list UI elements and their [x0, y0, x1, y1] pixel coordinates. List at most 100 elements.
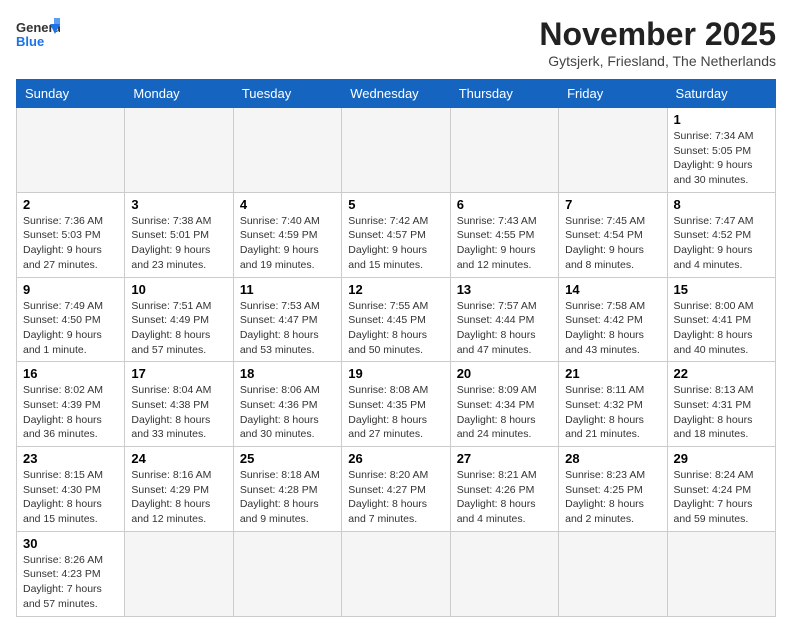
day-info: Sunrise: 7:53 AM Sunset: 4:47 PM Dayligh…: [240, 299, 335, 358]
day-number: 29: [674, 451, 769, 466]
day-number: 11: [240, 282, 335, 297]
day-number: 25: [240, 451, 335, 466]
calendar-week-row: 23Sunrise: 8:15 AM Sunset: 4:30 PM Dayli…: [17, 447, 776, 532]
day-info: Sunrise: 7:55 AM Sunset: 4:45 PM Dayligh…: [348, 299, 443, 358]
calendar-day-30: 30 Sunrise: 8:26 AM Sunset: 4:23 PM Dayli…: [17, 531, 125, 616]
weekday-header-tuesday: Tuesday: [233, 80, 341, 108]
title-section: November 2025 Gytsjerk, Friesland, The N…: [539, 16, 776, 69]
day-info: Sunrise: 8:13 AM Sunset: 4:31 PM Dayligh…: [674, 383, 769, 442]
day-number: 18: [240, 366, 335, 381]
calendar-day-13: 13 Sunrise: 7:57 AM Sunset: 4:44 PM Dayli…: [450, 277, 558, 362]
calendar-day-3: 3 Sunrise: 7:38 AM Sunset: 5:01 PM Daylig…: [125, 192, 233, 277]
day-info: Sunrise: 7:42 AM Sunset: 4:57 PM Dayligh…: [348, 214, 443, 273]
page-header: General Blue November 2025 Gytsjerk, Fri…: [16, 16, 776, 69]
logo-svg: General Blue: [16, 16, 60, 52]
calendar-empty-cell: [667, 531, 775, 616]
day-info: Sunrise: 8:11 AM Sunset: 4:32 PM Dayligh…: [565, 383, 660, 442]
calendar-day-17: 17Sunrise: 8:04 AM Sunset: 4:38 PM Dayli…: [125, 362, 233, 447]
day-number: 1: [674, 112, 769, 127]
day-info: Sunrise: 7:38 AM Sunset: 5:01 PM Dayligh…: [131, 214, 226, 273]
day-number: 5: [348, 197, 443, 212]
day-number: 13: [457, 282, 552, 297]
day-info: Sunrise: 7:40 AM Sunset: 4:59 PM Dayligh…: [240, 214, 335, 273]
calendar-empty-cell: [233, 531, 341, 616]
calendar-day-25: 25 Sunrise: 8:18 AM Sunset: 4:28 PM Dayli…: [233, 447, 341, 532]
day-info: Sunrise: 8:06 AM Sunset: 4:36 PM Dayligh…: [240, 383, 335, 442]
day-number: 28: [565, 451, 660, 466]
day-number: 8: [674, 197, 769, 212]
calendar-empty-cell: [125, 108, 233, 193]
day-info: Sunrise: 8:08 AM Sunset: 4:35 PM Dayligh…: [348, 383, 443, 442]
calendar-day-22: 22 Sunrise: 8:13 AM Sunset: 4:31 PM Dayli…: [667, 362, 775, 447]
weekday-header-wednesday: Wednesday: [342, 80, 450, 108]
day-info: Sunrise: 8:02 AM Sunset: 4:39 PM Dayligh…: [23, 383, 118, 442]
calendar-empty-cell: [342, 108, 450, 193]
day-number: 30: [23, 536, 118, 551]
calendar-week-row: 9 Sunrise: 7:49 AM Sunset: 4:50 PM Daylig…: [17, 277, 776, 362]
day-info: Sunrise: 7:47 AM Sunset: 4:52 PM Dayligh…: [674, 214, 769, 273]
calendar-day-19: 19 Sunrise: 8:08 AM Sunset: 4:35 PM Dayli…: [342, 362, 450, 447]
day-number: 17: [131, 366, 226, 381]
day-info: Sunrise: 8:16 AM Sunset: 4:29 PM Dayligh…: [131, 468, 226, 527]
calendar-day-10: 10 Sunrise: 7:51 AM Sunset: 4:49 PM Dayli…: [125, 277, 233, 362]
location-title: Gytsjerk, Friesland, The Netherlands: [539, 53, 776, 69]
calendar-day-5: 5 Sunrise: 7:42 AM Sunset: 4:57 PM Daylig…: [342, 192, 450, 277]
day-number: 26: [348, 451, 443, 466]
calendar-day-9: 9 Sunrise: 7:49 AM Sunset: 4:50 PM Daylig…: [17, 277, 125, 362]
calendar-empty-cell: [559, 108, 667, 193]
calendar-day-18: 18 Sunrise: 8:06 AM Sunset: 4:36 PM Dayli…: [233, 362, 341, 447]
calendar-week-row: 1 Sunrise: 7:34 AM Sunset: 5:05 PM Daylig…: [17, 108, 776, 193]
day-number: 19: [348, 366, 443, 381]
calendar-week-row: 30 Sunrise: 8:26 AM Sunset: 4:23 PM Dayli…: [17, 531, 776, 616]
day-number: 16: [23, 366, 118, 381]
day-info: Sunrise: 8:18 AM Sunset: 4:28 PM Dayligh…: [240, 468, 335, 527]
weekday-header-thursday: Thursday: [450, 80, 558, 108]
calendar-day-14: 14 Sunrise: 7:58 AM Sunset: 4:42 PM Dayli…: [559, 277, 667, 362]
calendar-day-1: 1 Sunrise: 7:34 AM Sunset: 5:05 PM Daylig…: [667, 108, 775, 193]
day-info: Sunrise: 8:21 AM Sunset: 4:26 PM Dayligh…: [457, 468, 552, 527]
day-info: Sunrise: 7:58 AM Sunset: 4:42 PM Dayligh…: [565, 299, 660, 358]
calendar-empty-cell: [342, 531, 450, 616]
svg-text:Blue: Blue: [16, 34, 44, 49]
calendar-day-29: 29Sunrise: 8:24 AM Sunset: 4:24 PM Dayli…: [667, 447, 775, 532]
calendar-day-8: 8 Sunrise: 7:47 AM Sunset: 4:52 PM Daylig…: [667, 192, 775, 277]
calendar-day-11: 11 Sunrise: 7:53 AM Sunset: 4:47 PM Dayli…: [233, 277, 341, 362]
weekday-header-friday: Friday: [559, 80, 667, 108]
day-number: 22: [674, 366, 769, 381]
day-info: Sunrise: 7:49 AM Sunset: 4:50 PM Dayligh…: [23, 299, 118, 358]
calendar-day-4: 4Sunrise: 7:40 AM Sunset: 4:59 PM Daylig…: [233, 192, 341, 277]
day-info: Sunrise: 7:51 AM Sunset: 4:49 PM Dayligh…: [131, 299, 226, 358]
day-info: Sunrise: 7:36 AM Sunset: 5:03 PM Dayligh…: [23, 214, 118, 273]
day-number: 24: [131, 451, 226, 466]
calendar-day-15: 15Sunrise: 8:00 AM Sunset: 4:41 PM Dayli…: [667, 277, 775, 362]
calendar-week-row: 2 Sunrise: 7:36 AM Sunset: 5:03 PM Daylig…: [17, 192, 776, 277]
day-number: 20: [457, 366, 552, 381]
day-info: Sunrise: 7:34 AM Sunset: 5:05 PM Dayligh…: [674, 129, 769, 188]
calendar-week-row: 16 Sunrise: 8:02 AM Sunset: 4:39 PM Dayli…: [17, 362, 776, 447]
day-info: Sunrise: 8:26 AM Sunset: 4:23 PM Dayligh…: [23, 553, 118, 612]
day-number: 23: [23, 451, 118, 466]
day-number: 14: [565, 282, 660, 297]
weekday-header-row: SundayMondayTuesdayWednesdayThursdayFrid…: [17, 80, 776, 108]
calendar-day-16: 16 Sunrise: 8:02 AM Sunset: 4:39 PM Dayli…: [17, 362, 125, 447]
calendar-empty-cell: [559, 531, 667, 616]
calendar-day-28: 28 Sunrise: 8:23 AM Sunset: 4:25 PM Dayli…: [559, 447, 667, 532]
day-info: Sunrise: 7:45 AM Sunset: 4:54 PM Dayligh…: [565, 214, 660, 273]
calendar-day-12: 12Sunrise: 7:55 AM Sunset: 4:45 PM Dayli…: [342, 277, 450, 362]
calendar-day-6: 6Sunrise: 7:43 AM Sunset: 4:55 PM Daylig…: [450, 192, 558, 277]
day-info: Sunrise: 8:23 AM Sunset: 4:25 PM Dayligh…: [565, 468, 660, 527]
day-info: Sunrise: 8:09 AM Sunset: 4:34 PM Dayligh…: [457, 383, 552, 442]
day-number: 2: [23, 197, 118, 212]
calendar-day-20: 20 Sunrise: 8:09 AM Sunset: 4:34 PM Dayli…: [450, 362, 558, 447]
day-number: 3: [131, 197, 226, 212]
day-number: 10: [131, 282, 226, 297]
day-number: 9: [23, 282, 118, 297]
calendar-day-26: 26Sunrise: 8:20 AM Sunset: 4:27 PM Dayli…: [342, 447, 450, 532]
calendar-empty-cell: [233, 108, 341, 193]
calendar-empty-cell: [450, 531, 558, 616]
month-title: November 2025: [539, 16, 776, 53]
weekday-header-saturday: Saturday: [667, 80, 775, 108]
day-info: Sunrise: 7:57 AM Sunset: 4:44 PM Dayligh…: [457, 299, 552, 358]
calendar-empty-cell: [125, 531, 233, 616]
calendar-day-21: 21Sunrise: 8:11 AM Sunset: 4:32 PM Dayli…: [559, 362, 667, 447]
